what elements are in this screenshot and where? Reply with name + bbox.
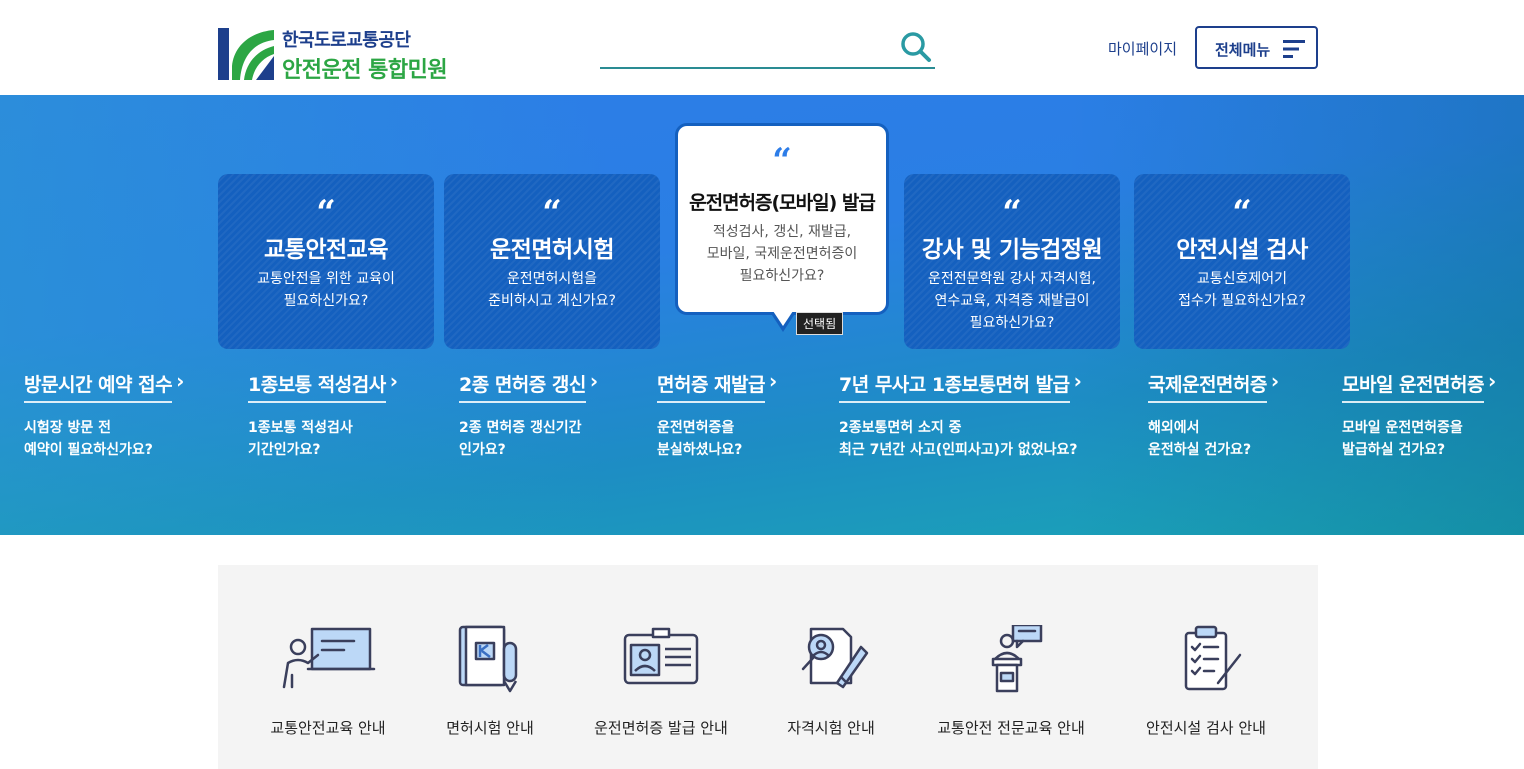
card-description: 적성검사, 갱신, 재발급, 모바일, 국제운전면허증이 필요하신가요? bbox=[706, 224, 858, 284]
service-description: 시험장 방문 전 예약이 필요하신가요? bbox=[24, 420, 153, 458]
quote-icon: “ bbox=[1002, 193, 1022, 233]
card-description: 운전전문학원 강사 자격시험, 연수교육, 자격증 재발급이 필요하신가요? bbox=[928, 271, 1096, 331]
mypage-link[interactable]: 마이페이지 bbox=[1108, 38, 1177, 59]
search-icon[interactable] bbox=[899, 30, 933, 64]
service-title: 2종 면허증 갱신 bbox=[459, 370, 586, 403]
chevron-right-icon: › bbox=[1270, 369, 1280, 393]
chevron-right-icon: › bbox=[589, 369, 599, 393]
guide-traffic-safety-education[interactable]: 교통안전교육 안내 bbox=[238, 625, 418, 738]
all-menu-label: 전체메뉴 bbox=[1215, 41, 1271, 59]
quote-icon: “ bbox=[1232, 193, 1252, 233]
lecture-icon bbox=[282, 627, 376, 689]
card-traffic-safety-education[interactable]: “ 교통안전교육 교통안전을 위한 교육이 필요하신가요? bbox=[218, 174, 434, 349]
koroad-logo-icon bbox=[218, 28, 274, 80]
service-title: 국제운전면허증 bbox=[1148, 370, 1267, 403]
service-title: 모바일 운전면허증 bbox=[1342, 370, 1484, 403]
id-card-icon bbox=[623, 627, 699, 685]
service-title: 7년 무사고 1종보통면허 발급 bbox=[839, 370, 1070, 403]
quote-icon: “ bbox=[542, 193, 562, 233]
checklist-icon bbox=[1184, 625, 1242, 691]
service-description: 모바일 운전면허증을 발급하실 건가요? bbox=[1342, 420, 1463, 458]
service-7year-no-accident[interactable]: 7년 무사고 1종보통면허 발급 › 2종보통면허 소지 중 최근 7년간 사고(… bbox=[839, 370, 1082, 461]
chevron-right-icon: › bbox=[1487, 369, 1497, 393]
logo-org-name: 한국도로교통공단 bbox=[282, 30, 411, 51]
card-description: 운전면허시험을 준비하시고 계신가요? bbox=[488, 271, 616, 309]
card-title: 강사 및 기능검정원 bbox=[921, 237, 1103, 263]
chevron-right-icon: › bbox=[769, 369, 778, 393]
hamburger-menu-icon bbox=[1283, 40, 1305, 58]
guide-qualification-exam[interactable]: 자격시험 안내 bbox=[741, 625, 921, 738]
search-input[interactable] bbox=[600, 32, 880, 62]
card-license-issuance-selected[interactable]: “ 운전면허증(모바일) 발급 적성검사, 갱신, 재발급, 모바일, 국제운전… bbox=[675, 123, 889, 315]
selected-tooltip: 선택됨 bbox=[796, 312, 844, 335]
guide-label: 교통안전 전문교육 안내 bbox=[937, 719, 1085, 737]
site-logo[interactable]: 한국도로교통공단 안전운전 통합민원 bbox=[218, 26, 478, 83]
guide-label: 교통안전교육 안내 bbox=[270, 719, 386, 737]
service-description: 2종보통면허 소지 중 최근 7년간 사고(인피사고)가 없었나요? bbox=[839, 420, 1078, 458]
guide-license-issuance[interactable]: 운전면허증 발급 안내 bbox=[571, 625, 751, 738]
site-header: 한국도로교통공단 안전운전 통합민원 마이페이지 전체메뉴 bbox=[0, 0, 1524, 95]
podium-speaker-icon bbox=[991, 625, 1043, 693]
service-description: 1종보통 적성검사 기간인가요? bbox=[248, 420, 353, 458]
guide-panel: 교통안전교육 안내 면허시험 안내 운전면허증 발급 안내 자격시험 안내 교통… bbox=[218, 565, 1318, 769]
card-instructor-examiner[interactable]: “ 강사 및 기능검정원 운전전문학원 강사 자격시험, 연수교육, 자격증 재… bbox=[904, 174, 1120, 349]
quote-icon: “ bbox=[316, 193, 336, 233]
card-safety-facility-inspection[interactable]: “ 안전시설 검사 교통신호제어기 접수가 필요하신가요? bbox=[1134, 174, 1350, 349]
service-title: 방문시간 예약 접수 bbox=[24, 370, 173, 403]
card-title: 운전면허시험 bbox=[490, 237, 614, 263]
service-description: 2종 면허증 갱신기간 인가요? bbox=[459, 420, 582, 458]
card-license-exam[interactable]: “ 운전면허시험 운전면허시험을 준비하시고 계신가요? bbox=[444, 174, 660, 349]
service-mobile-license[interactable]: 모바일 운전면허증 › 모바일 운전면허증을 발급하실 건가요? bbox=[1342, 370, 1496, 461]
card-title: 안전시설 검사 bbox=[1176, 237, 1308, 263]
guide-license-exam[interactable]: 면허시험 안내 bbox=[400, 625, 580, 738]
guide-safety-facility-inspection[interactable]: 안전시설 검사 안내 bbox=[1116, 625, 1296, 738]
guide-label: 면허시험 안내 bbox=[446, 719, 534, 737]
guide-label: 안전시설 검사 안내 bbox=[1146, 719, 1266, 737]
card-description: 교통신호제어기 접수가 필요하신가요? bbox=[1178, 271, 1306, 309]
service-visit-reservation[interactable]: 방문시간 예약 접수 › 시험장 방문 전 예약이 필요하신가요? bbox=[24, 370, 184, 461]
service-license-reissue[interactable]: 면허증 재발급 › 운전면허증을 분실하셨나요? bbox=[657, 370, 777, 461]
service-description: 해외에서 운전하실 건가요? bbox=[1148, 420, 1252, 458]
search-bar bbox=[600, 28, 935, 69]
chevron-right-icon: › bbox=[176, 369, 185, 393]
service-title: 1종보통 적성검사 bbox=[248, 370, 386, 403]
service-international-license[interactable]: 국제운전면허증 › 해외에서 운전하실 건가요? bbox=[1148, 370, 1279, 461]
logo-service-name: 안전운전 통합민원 bbox=[282, 58, 448, 83]
service-class2-renewal[interactable]: 2종 면허증 갱신 › 2종 면허증 갱신기간 인가요? bbox=[459, 370, 598, 461]
card-pointer-arrow-inner bbox=[773, 311, 793, 326]
guide-label: 운전면허증 발급 안내 bbox=[594, 719, 728, 737]
chevron-right-icon: › bbox=[389, 369, 398, 393]
service-description: 운전면허증을 분실하셨나요? bbox=[657, 420, 743, 458]
hero-banner: “ 교통안전교육 교통안전을 위한 교육이 필요하신가요? “ 운전면허시험 운… bbox=[0, 95, 1524, 535]
quote-icon: “ bbox=[772, 141, 792, 181]
service-title: 면허증 재발급 bbox=[657, 370, 766, 403]
guide-label: 자격시험 안내 bbox=[787, 719, 875, 737]
all-menu-button[interactable]: 전체메뉴 bbox=[1195, 26, 1318, 69]
certificate-icon bbox=[801, 627, 869, 689]
card-description: 교통안전을 위한 교육이 필요하신가요? bbox=[257, 271, 395, 309]
card-title: 교통안전교육 bbox=[264, 237, 388, 263]
service-class1-aptitude-test[interactable]: 1종보통 적성검사 › 1종보통 적성검사 기간인가요? bbox=[248, 370, 398, 461]
guide-traffic-safety-expert-education[interactable]: 교통안전 전문교육 안내 bbox=[921, 625, 1101, 738]
chevron-right-icon: › bbox=[1073, 369, 1082, 393]
exam-notebook-icon bbox=[458, 625, 518, 693]
card-title: 운전면허증(모바일) 발급 bbox=[689, 192, 876, 214]
